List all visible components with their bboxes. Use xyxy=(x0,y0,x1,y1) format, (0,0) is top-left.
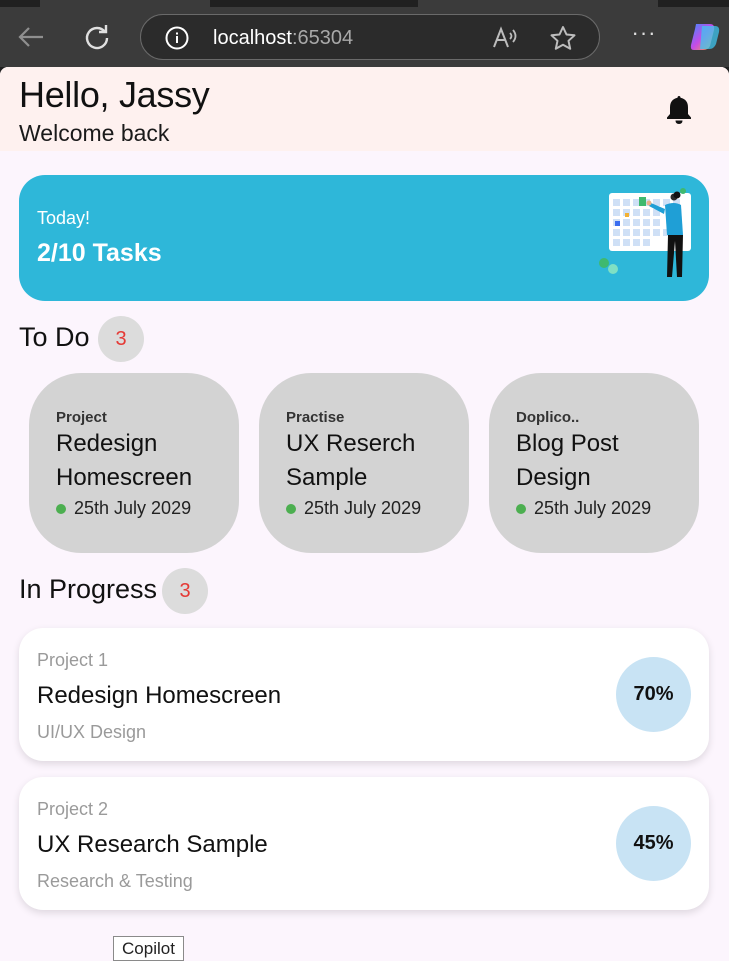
in-progress-count-badge: 3 xyxy=(162,568,208,614)
todo-card-title: Blog Post Design xyxy=(516,430,619,491)
copilot-tooltip: Copilot xyxy=(113,936,184,961)
todo-card-date: 25th July 2029 xyxy=(516,498,651,519)
app-header: Hello, Jassy Welcome back xyxy=(0,67,729,151)
todo-card[interactable]: Project Redesign Homescreen 25th July 20… xyxy=(29,373,239,553)
welcome-subtitle: Welcome back xyxy=(19,120,170,146)
info-icon[interactable] xyxy=(165,26,189,50)
today-task-count: 2/10 Tasks xyxy=(37,239,162,267)
status-dot-icon xyxy=(286,503,296,514)
todo-card-date-text: 25th July 2029 xyxy=(304,498,422,518)
progress-card-label: Project 2 xyxy=(37,799,109,819)
copilot-icon[interactable] xyxy=(688,20,722,54)
todo-card-date: 25th July 2029 xyxy=(286,498,421,519)
tab-edge[interactable] xyxy=(418,0,658,7)
todo-card-category: Doplico.. xyxy=(516,409,580,426)
todo-card[interactable]: Practise UX Reserch Sample 25th July 202… xyxy=(259,373,469,553)
progress-card-subtitle: Research & Testing xyxy=(37,871,193,891)
favorite-star-icon[interactable] xyxy=(549,25,577,51)
refresh-button[interactable] xyxy=(82,22,112,52)
progress-card-title: Redesign Homescreen xyxy=(37,682,282,709)
todo-card-date: 25th July 2029 xyxy=(56,498,191,519)
progress-card-title: UX Research Sample xyxy=(37,831,268,858)
more-options-button[interactable]: ··· xyxy=(630,22,658,52)
todo-card-category: Practise xyxy=(286,409,345,426)
status-dot-icon xyxy=(56,503,66,514)
todo-count-badge: 3 xyxy=(98,316,144,362)
todo-card-title: Redesign Homescreen xyxy=(56,430,193,491)
read-aloud-icon[interactable] xyxy=(491,25,519,51)
today-label: Today! xyxy=(37,208,91,228)
address-bar[interactable]: localhost:65304 xyxy=(140,14,600,60)
todo-card-title: UX Reserch Sample xyxy=(286,430,416,491)
url-host: localhost xyxy=(213,27,292,49)
todo-card-date-text: 25th July 2029 xyxy=(74,498,192,518)
back-button[interactable] xyxy=(16,22,46,52)
in-progress-section-title: In Progress xyxy=(19,574,158,604)
url-port: :65304 xyxy=(291,27,354,49)
progress-card[interactable]: Project 2 UX Research Sample Research & … xyxy=(19,777,709,910)
greeting-title: Hello, Jassy xyxy=(19,74,210,115)
todo-card-category: Project xyxy=(56,409,107,426)
status-dot-icon xyxy=(516,503,526,514)
today-summary-card[interactable]: Today! 2/10 Tasks xyxy=(19,175,709,301)
todo-card-date-text: 25th July 2029 xyxy=(534,498,652,518)
refresh-icon xyxy=(85,25,109,50)
progress-percentage: 45% xyxy=(616,806,691,881)
progress-percentage: 70% xyxy=(616,657,691,732)
progress-card[interactable]: Project 1 Redesign Homescreen UI/UX Desi… xyxy=(19,628,709,761)
todo-section-title: To Do xyxy=(19,322,90,352)
progress-card-subtitle: UI/UX Design xyxy=(37,722,147,742)
progress-card-label: Project 1 xyxy=(37,650,109,670)
active-tab-edge[interactable] xyxy=(40,0,210,7)
todo-card[interactable]: Doplico.. Blog Post Design 25th July 202… xyxy=(489,373,699,553)
app-viewport: Hello, Jassy Welcome back Today! 2/10 Ta… xyxy=(0,67,729,961)
task-board-illustration xyxy=(599,188,691,277)
arrow-left-icon xyxy=(18,27,43,47)
browser-toolbar: localhost:65304 ··· xyxy=(0,0,729,67)
notification-bell-icon[interactable] xyxy=(664,93,694,125)
url-text[interactable]: localhost:65304 xyxy=(213,27,353,50)
